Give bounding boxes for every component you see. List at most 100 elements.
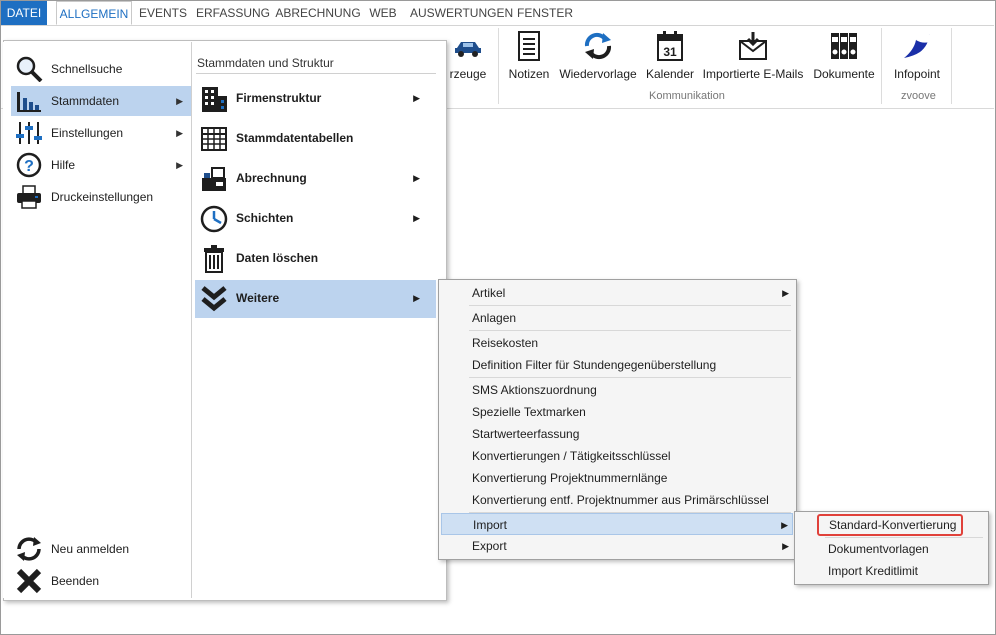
- submenu-item-reisekosten[interactable]: Reisekosten: [441, 332, 793, 354]
- menu-item-firmenstruktur[interactable]: Firmenstruktur ▶: [195, 80, 436, 118]
- tab-allgemein[interactable]: ALLGEMEIN: [56, 1, 132, 25]
- dokumente-button[interactable]: Dokumente: [811, 30, 877, 84]
- submenu-item-konvertierung-projektnummernlaenge[interactable]: Konvertierung Projektnummernlänge: [441, 467, 793, 489]
- submenu-item-konvertierung-entf-projektnummer[interactable]: Konvertierung entf. Projektnummer aus Pr…: [441, 489, 793, 511]
- table-icon: [201, 127, 227, 151]
- spezielle-textmarken-label: Spezielle Textmarken: [472, 405, 586, 419]
- submenu-item-export[interactable]: Export ▶: [441, 535, 793, 557]
- importierte-emails-label: Importierte E-Mails: [702, 67, 804, 81]
- trash-icon: [204, 245, 224, 273]
- submenu-item-import-kreditlimit[interactable]: Import Kreditlimit: [797, 560, 985, 582]
- dokumentvorlagen-label: Dokumentvorlagen: [828, 542, 929, 556]
- chevron-right-icon: ▶: [176, 96, 183, 106]
- tab-web[interactable]: WEB: [367, 1, 399, 25]
- submenu-item-spezielle-textmarken[interactable]: Spezielle Textmarken: [441, 401, 793, 423]
- bar-chart-icon: [17, 92, 41, 112]
- header-divider: [196, 73, 436, 74]
- relogin-icon: [17, 537, 41, 561]
- submenu-item-dokumentvorlagen[interactable]: Dokumentvorlagen: [797, 538, 985, 560]
- chevron-right-icon: ▶: [413, 173, 420, 183]
- menu-separator: [469, 377, 791, 378]
- menu-item-schichten[interactable]: Schichten ▶: [195, 200, 436, 238]
- cash-register-icon: [202, 167, 226, 191]
- konvertierungen-label: Konvertierungen / Tätigkeitsschlüssel: [472, 449, 671, 463]
- binders-icon: [831, 33, 857, 59]
- tab-fenster[interactable]: FENSTER: [517, 1, 573, 25]
- group-label-kommunikation: Kommunikation: [649, 90, 725, 102]
- submenu-item-definition-filter[interactable]: Definition Filter für Stundengegenüberst…: [441, 354, 793, 376]
- tab-erfassung[interactable]: ERFASSUNG: [196, 1, 270, 25]
- menu-item-stammdaten[interactable]: Stammdaten ▶: [11, 86, 191, 116]
- wiedervorlage-button[interactable]: Wiedervorlage: [558, 30, 638, 84]
- mail-icon: [739, 32, 767, 60]
- tab-events[interactable]: EVENTS: [137, 1, 189, 25]
- menu-item-einstellungen[interactable]: Einstellungen ▶: [11, 118, 191, 148]
- submenu-item-konvertierungen-taetigkeit[interactable]: Konvertierungen / Tätigkeitsschlüssel: [441, 445, 793, 467]
- chevron-right-icon: ▶: [781, 520, 788, 530]
- schnellsuche-label: Schnellsuche: [51, 62, 123, 76]
- notizen-button[interactable]: Notizen: [505, 30, 553, 84]
- menu-item-neu-anmelden[interactable]: Neu anmelden: [11, 534, 191, 564]
- weitere-label: Weitere: [236, 291, 280, 305]
- zvoove-logo-icon: [904, 34, 930, 58]
- ribbon-group-separator: [498, 28, 499, 104]
- chevron-right-icon: ▶: [413, 293, 420, 303]
- submenu-item-artikel[interactable]: Artikel ▶: [441, 282, 793, 304]
- menu-item-druckeinstellungen[interactable]: Druckeinstellungen: [11, 182, 191, 212]
- tab-datei[interactable]: DATEI: [1, 1, 47, 25]
- printer-icon: [17, 185, 41, 209]
- fahrzeuge-label: rzeuge: [449, 67, 487, 81]
- ribbon-group-separator: [881, 28, 882, 104]
- kalender-button[interactable]: 31 Kalender: [644, 30, 696, 84]
- close-icon: [16, 568, 42, 594]
- calendar-day: 31: [663, 45, 677, 59]
- weitere-submenu: Artikel ▶ Anlagen Reisekosten Definition…: [438, 279, 797, 560]
- submenu-item-anlagen[interactable]: Anlagen: [441, 307, 793, 329]
- menu-item-schnellsuche[interactable]: Schnellsuche: [11, 54, 191, 84]
- help-icon: ?: [16, 152, 42, 178]
- submenu-item-standard-konvertierung[interactable]: Standard-Konvertierung: [817, 514, 963, 536]
- einstellungen-label: Einstellungen: [51, 126, 124, 140]
- druckeinstellungen-label: Druckeinstellungen: [51, 190, 154, 204]
- export-label: Export: [472, 539, 507, 553]
- chevron-right-icon: ▶: [176, 128, 183, 138]
- submenu-item-sms-aktionszuordnung[interactable]: SMS Aktionszuordnung: [441, 379, 793, 401]
- car-icon: [455, 42, 481, 57]
- menu-item-hilfe[interactable]: ? Hilfe ▶: [11, 150, 191, 180]
- menu-item-daten-loeschen[interactable]: Daten löschen: [195, 240, 436, 278]
- menu-item-weitere[interactable]: Weitere ▶: [195, 280, 436, 318]
- ribbon-group-separator: [951, 28, 952, 104]
- submenu-header: Stammdaten und Struktur: [197, 56, 334, 70]
- tab-auswertungen[interactable]: AUSWERTUNGEN: [410, 1, 513, 25]
- chevron-right-icon: ▶: [413, 93, 420, 103]
- import-label: Import: [473, 518, 508, 532]
- tab-abrechnung[interactable]: ABRECHNUNG: [275, 1, 361, 25]
- importierte-emails-button[interactable]: Importierte E-Mails: [700, 30, 806, 84]
- startwerteerfassung-label: Startwerteerfassung: [472, 427, 580, 441]
- submenu-item-startwerteerfassung[interactable]: Startwerteerfassung: [441, 423, 793, 445]
- search-icon: [16, 56, 43, 82]
- file-menu-middle-column: Stammdaten und Struktur Firmenstruktur ▶…: [192, 42, 440, 598]
- submenu-item-import[interactable]: Import ▶: [441, 513, 793, 535]
- fahrzeuge-button[interactable]: rzeuge: [444, 30, 492, 84]
- abrechnung-label: Abrechnung: [236, 171, 307, 185]
- dokumente-label: Dokumente: [813, 67, 875, 81]
- konvertierung-entf-projektnummer-label: Konvertierung entf. Projektnummer aus Pr…: [472, 493, 769, 507]
- menu-item-abrechnung[interactable]: Abrechnung ▶: [195, 160, 436, 198]
- konvertierung-projektnummernlaenge-label: Konvertierung Projektnummernlänge: [472, 471, 668, 485]
- neu-anmelden-label: Neu anmelden: [51, 542, 130, 556]
- menu-item-stammdatentabellen[interactable]: Stammdatentabellen: [195, 120, 436, 158]
- stammdaten-label: Stammdaten: [51, 94, 120, 108]
- menu-item-beenden[interactable]: Beenden: [11, 566, 191, 596]
- stammdatentabellen-label: Stammdatentabellen: [236, 131, 354, 145]
- schichten-label: Schichten: [236, 211, 294, 225]
- reisekosten-label: Reisekosten: [472, 336, 539, 350]
- file-menu-left-column: Schnellsuche Stammdaten ▶ Einstellungen …: [3, 42, 192, 598]
- definition-filter-label: Definition Filter für Stundengegenüberst…: [472, 358, 717, 372]
- daten-loeschen-label: Daten löschen: [236, 251, 319, 265]
- infopoint-button[interactable]: Infopoint: [888, 30, 946, 84]
- building-icon: [202, 87, 227, 112]
- svg-text:?: ?: [24, 158, 34, 175]
- chevron-right-icon: ▶: [782, 288, 789, 298]
- clock-icon: [200, 205, 228, 233]
